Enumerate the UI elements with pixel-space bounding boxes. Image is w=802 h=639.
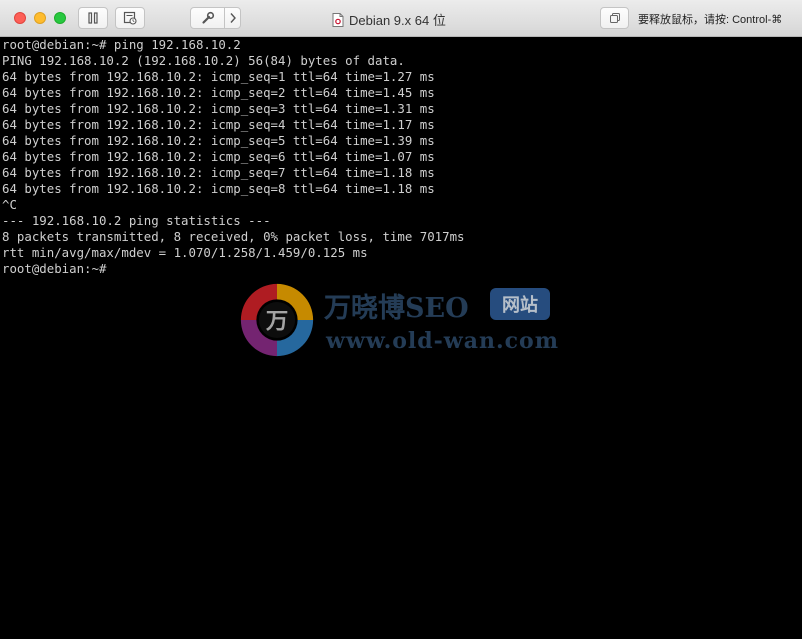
terminal-line: 8 packets transmitted, 8 received, 0% pa… [2, 229, 465, 244]
minimize-window-button[interactable] [34, 12, 46, 24]
window-mode-button[interactable] [600, 7, 629, 29]
watermark-url: www.old-wan.com [326, 328, 560, 354]
snapshot-button[interactable] [115, 7, 145, 29]
terminal-line: 64 bytes from 192.168.10.2: icmp_seq=1 t… [2, 69, 435, 84]
terminal-line: 64 bytes from 192.168.10.2: icmp_seq=7 t… [2, 165, 435, 180]
terminal-line: 64 bytes from 192.168.10.2: icmp_seq=3 t… [2, 101, 435, 116]
terminal-line: 64 bytes from 192.168.10.2: icmp_seq=2 t… [2, 85, 435, 100]
settings-button[interactable] [190, 7, 225, 29]
wrench-icon [201, 11, 214, 24]
close-window-button[interactable] [14, 12, 26, 24]
watermark-tag: 网站 [490, 288, 550, 320]
window-title: Debian 9.x 64 位 [332, 10, 446, 29]
terminal-line: 64 bytes from 192.168.10.2: icmp_seq=4 t… [2, 117, 435, 132]
watermark-logo-char: 万 [265, 309, 288, 335]
watermark-brand: 万晓博SEO [324, 293, 469, 324]
terminal-line: 64 bytes from 192.168.10.2: icmp_seq=6 t… [2, 149, 435, 164]
terminal-line: 64 bytes from 192.168.10.2: icmp_seq=8 t… [2, 181, 435, 196]
windows-stack-icon [609, 13, 620, 23]
document-icon [332, 12, 344, 27]
fullscreen-window-button[interactable] [54, 12, 66, 24]
window-title-text: Debian 9.x 64 位 [349, 13, 446, 28]
pause-button[interactable] [78, 7, 108, 29]
site-watermark: 万 万晓博SEO 网站 www.old-wan.com [234, 272, 574, 368]
release-mouse-hint: 要释放鼠标，请按: Control-⌘ [638, 14, 783, 26]
terminal-line: 64 bytes from 192.168.10.2: icmp_seq=5 t… [2, 133, 435, 148]
bottom-clipped-text [0, 631, 802, 639]
terminal-line: PING 192.168.10.2 (192.168.10.2) 56(84) … [2, 53, 405, 68]
terminal-line: root@debian:~# ping 192.168.10.2 [2, 37, 241, 52]
expand-button[interactable] [224, 7, 241, 29]
pause-icon [88, 12, 98, 24]
terminal-line: --- 192.168.10.2 ping statistics --- [2, 213, 271, 228]
terminal-line: rtt min/avg/max/mdev = 1.070/1.258/1.459… [2, 245, 368, 260]
snapshot-icon [123, 11, 137, 25]
watermark-logo-icon: 万 [240, 283, 314, 357]
chevron-right-icon [229, 13, 236, 23]
terminal-line: ^C [2, 197, 17, 212]
window-titlebar: Debian 9.x 64 位 要释放鼠标，请按: Control-⌘ [0, 0, 802, 37]
